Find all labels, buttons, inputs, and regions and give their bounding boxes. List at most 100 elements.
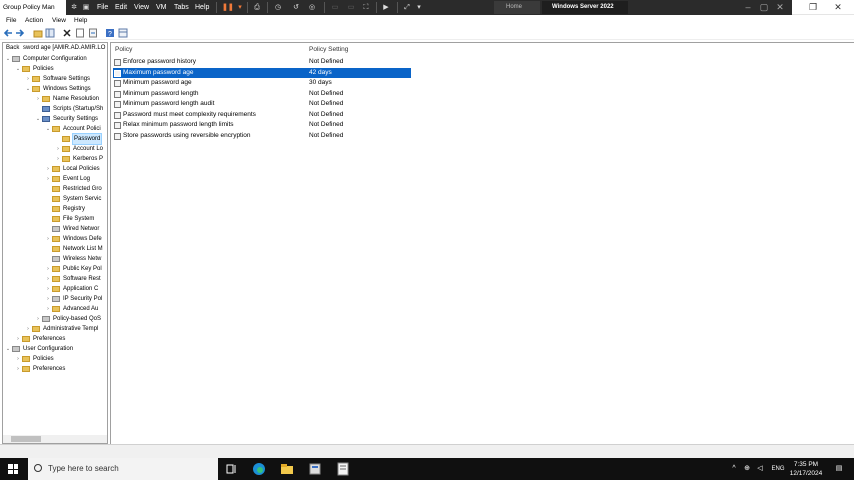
collapse-icon[interactable]: ⌄ [35,114,41,124]
policy-list[interactable]: Policy Policy Setting Enforce password h… [110,42,854,444]
vm-home-icon[interactable]: ▣ [81,2,91,13]
expand-icon[interactable]: › [45,174,51,184]
tab-home[interactable]: Home [494,1,540,14]
stretch-icon[interactable]: ⤢ [402,2,412,13]
taskbar-search[interactable]: Type here to search [28,458,218,480]
view-pane-icon[interactable] [118,28,128,38]
expand-icon[interactable]: › [15,364,21,374]
collapse-icon[interactable]: ⌄ [5,54,11,64]
expand-icon[interactable]: › [55,144,61,154]
pause-icon[interactable]: ❚❚ [222,2,234,13]
gray-icon [52,226,60,232]
view-icon[interactable]: ▭ [346,2,356,13]
policy-row[interactable]: Minimum password age 30 days [113,78,411,89]
delete-icon[interactable] [62,28,72,38]
language-indicator[interactable]: ENG [768,458,788,480]
close-icon[interactable]: ✕ [828,0,848,15]
column-header-policy[interactable]: Policy [115,45,132,55]
send-keys-icon[interactable]: ⎙ [252,2,262,13]
policy-row[interactable]: Enforce password history Not Defined [113,57,411,68]
collapse-icon[interactable]: ⌄ [45,124,51,134]
expand-icon[interactable]: › [45,284,51,294]
dropdown-icon[interactable]: ▾ [415,2,423,13]
policy-row[interactable]: Minimum password length Not Defined [113,89,411,100]
tree-item-label: Application C [63,286,99,292]
policy-row[interactable]: Relax minimum password length limits Not … [113,120,411,131]
expand-icon[interactable]: › [45,274,51,284]
start-button[interactable] [8,464,18,474]
menu-view[interactable]: View [52,15,66,26]
clock[interactable]: 7:35 PM 12/17/2024 [786,460,826,478]
expand-icon[interactable]: › [45,304,51,314]
volume-icon[interactable]: ◁ [754,458,766,480]
file-explorer-icon[interactable] [280,462,294,476]
server-manager-icon[interactable] [308,462,322,476]
tab-windows-server[interactable]: Windows Server 2022 [542,1,628,14]
network-icon[interactable]: ⊕ [741,458,753,480]
collapse-icon[interactable]: ⌄ [5,344,11,354]
vm-menu-view[interactable]: View [134,0,149,15]
maximize-icon[interactable]: ▢ [756,0,772,15]
tree-item-label: Scripts (Startup/Sh [53,106,104,112]
vm-menu-tabs[interactable]: Tabs [174,0,189,15]
back-arrow-icon[interactable] [3,28,13,38]
policy-row[interactable]: Store passwords using reversible encrypt… [113,131,411,142]
collapse-icon[interactable]: ⌄ [15,64,21,74]
expand-icon[interactable]: › [55,154,61,164]
expand-icon[interactable]: › [15,354,21,364]
menu-file[interactable]: File [6,15,16,26]
export-list-icon[interactable] [88,28,98,38]
notification-icon[interactable]: ▤ [832,458,846,480]
policy-row[interactable]: Maximum password age 42 days [113,67,411,78]
expand-icon[interactable]: › [35,314,41,324]
up-folder-icon[interactable] [33,28,43,38]
column-header-setting[interactable]: Policy Setting [309,45,348,55]
tree-item-label: Event Log [63,176,91,182]
tree-horizontal-scrollbar[interactable] [3,435,107,443]
help-icon[interactable]: ? [105,28,115,38]
forward-arrow-icon[interactable] [15,28,25,38]
menu-action[interactable]: Action [25,15,43,26]
policy-name: Enforce password history [123,58,196,65]
policy-row[interactable]: Minimum password length audit Not Defined [113,99,411,110]
expand-icon[interactable]: › [35,94,41,104]
expand-icon[interactable]: › [45,264,51,274]
properties-icon[interactable] [75,28,85,38]
pin-icon[interactable]: ✲ [69,2,79,13]
expand-icon[interactable]: › [25,74,31,84]
close-icon[interactable]: ✕ [772,0,788,15]
vm-menu-edit[interactable]: Edit [115,0,127,15]
expand-icon[interactable]: › [45,164,51,174]
snapshot-manager-icon[interactable]: ◎ [307,2,317,13]
menu-bar: File Action View Help [0,15,854,26]
console-tree[interactable]: Back sword age [AMIR.AD.AMIR.LO ⌄ Compute… [2,42,108,444]
security-icon [42,116,50,122]
vm-menu-file[interactable]: File [97,0,108,15]
app-title: Group Policy Man [0,0,66,15]
policy-row[interactable]: Password must meet complexity requiremen… [113,110,411,121]
snapshot-icon[interactable]: ◷ [273,2,283,13]
task-view-icon[interactable] [224,462,238,476]
scrollbar-thumb[interactable] [11,436,41,442]
tree-item-label: Preferences [33,366,66,372]
vm-menu-vm[interactable]: VM [156,0,167,15]
expand-icon[interactable]: › [45,234,51,244]
view-icon[interactable]: ▭ [330,2,340,13]
expand-icon[interactable]: › [25,324,31,334]
expand-icon[interactable]: › [15,334,21,344]
revert-snapshot-icon[interactable]: ↺ [291,2,301,13]
restore-icon[interactable]: ❐ [803,0,823,15]
menu-help[interactable]: Help [74,15,87,26]
minimize-icon[interactable]: – [740,0,756,15]
folder-icon [42,96,50,102]
vm-menu-help[interactable]: Help [195,0,209,15]
console-icon[interactable]: ▶ [381,2,391,13]
fullscreen-icon[interactable]: ⛶ [360,2,372,13]
group-policy-editor-icon[interactable] [336,462,350,476]
expand-icon[interactable]: › [45,294,51,304]
chevron-up-icon[interactable]: ^ [728,458,740,480]
edge-browser-icon[interactable] [252,462,266,476]
collapse-icon[interactable]: ⌄ [25,84,31,94]
show-hide-tree-icon[interactable] [45,28,55,38]
dropdown-icon[interactable]: ▾ [236,2,244,13]
